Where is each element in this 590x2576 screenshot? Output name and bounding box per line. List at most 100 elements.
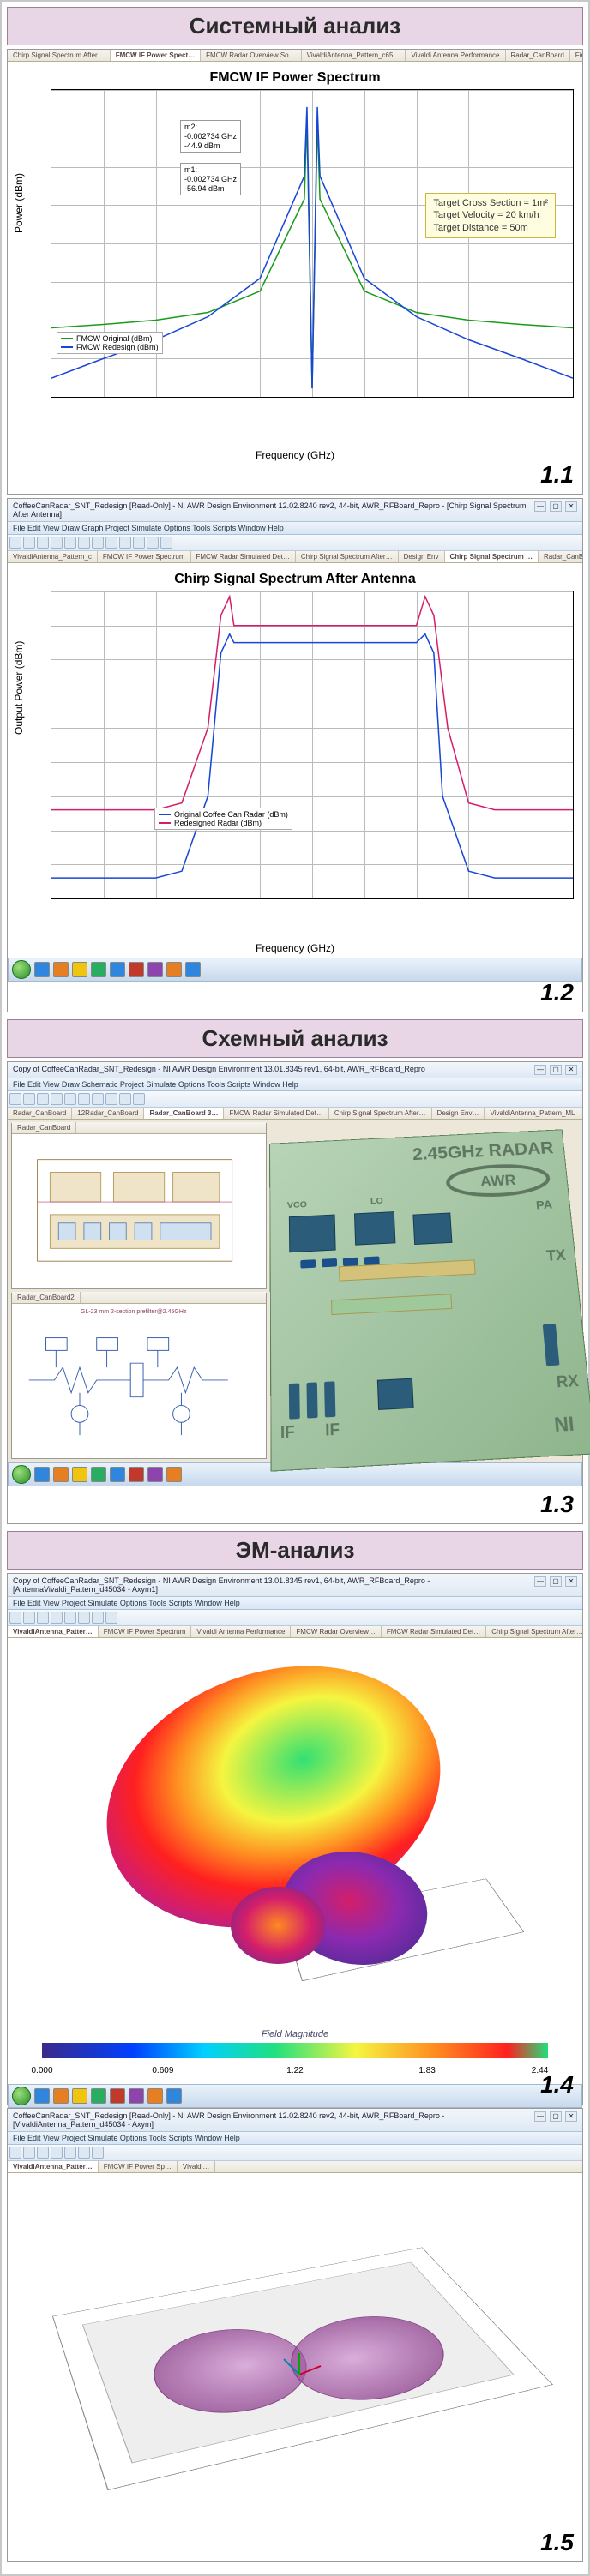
toolbar-icon[interactable] — [51, 537, 63, 549]
toolbar-icon[interactable] — [119, 1093, 131, 1105]
taskbar-icon[interactable] — [110, 1467, 125, 1482]
tab[interactable]: VivaldiAntenna_Pattern_ML — [485, 1108, 581, 1119]
tab[interactable]: 12Radar_CanBoard — [72, 1108, 144, 1119]
tab[interactable]: FMCW Radar Overview So… — [201, 50, 301, 61]
start-button[interactable] — [12, 2087, 31, 2105]
window-titlebar[interactable]: CoffeeCanRadar_SNT_Redesign [Read-Only] … — [8, 2109, 582, 2132]
tab[interactable]: FMCW IF Power Spectrum — [99, 1626, 192, 1637]
tab[interactable]: Vivaldi Antenna Performance — [406, 50, 505, 61]
toolbar-icon[interactable] — [23, 2147, 35, 2159]
minimize-button[interactable]: — — [534, 2111, 546, 2122]
toolbar-icon[interactable] — [105, 1612, 117, 1624]
toolbar-icon[interactable] — [37, 537, 49, 549]
toolbar-icon[interactable] — [78, 2147, 90, 2159]
close-button[interactable]: ✕ — [565, 2111, 577, 2122]
toolbar-icon[interactable] — [51, 2147, 63, 2159]
close-button[interactable]: ✕ — [565, 501, 577, 512]
toolbar-icon[interactable] — [92, 1093, 104, 1105]
tab[interactable]: Chirp Signal Spectrum After… — [296, 551, 399, 562]
minimize-button[interactable]: — — [534, 501, 546, 512]
taskbar-icon[interactable] — [166, 962, 182, 977]
tab[interactable]: FMCW Radar Simulated Det… — [382, 1626, 486, 1637]
toolbar-icon[interactable] — [78, 1093, 90, 1105]
tab[interactable]: VivaldiAntenna_Pattern_c — [8, 551, 98, 562]
taskbar-icon[interactable] — [148, 1467, 163, 1482]
taskbar-icon[interactable] — [53, 2088, 69, 2104]
toolbar-icon[interactable] — [9, 1093, 21, 1105]
taskbar-icon[interactable] — [72, 962, 87, 977]
menubar[interactable]: File Edit View Project Simulate Options … — [8, 1597, 582, 1610]
tab[interactable]: Vivaldi Antenna Performance — [191, 1626, 291, 1637]
taskbar-icon[interactable] — [110, 2088, 125, 2104]
taskbar-icon[interactable] — [34, 2088, 50, 2104]
tab[interactable]: FMCW Radar Overview… — [291, 1626, 381, 1637]
menubar[interactable]: File Edit View Project Simulate Options … — [8, 2132, 582, 2145]
toolbar-icon[interactable] — [133, 1093, 145, 1105]
toolbar-icon[interactable] — [51, 1612, 63, 1624]
tab[interactable]: Chirp Signal Spectrum After… — [329, 1108, 432, 1119]
toolbar-icon[interactable] — [92, 1612, 104, 1624]
maximize-button[interactable]: ▢ — [550, 501, 562, 512]
toolbar-icon[interactable] — [37, 1612, 49, 1624]
tab[interactable]: VivaldiAntenna_Patter… — [8, 1626, 99, 1637]
tab[interactable]: Design Env — [399, 551, 445, 562]
tab[interactable]: Radar_CanBoard… — [539, 551, 582, 562]
schematic-circuit-view[interactable]: Radar_CanBoard2 GL-23 mm 2-section prefi… — [11, 1293, 267, 1459]
tab[interactable]: Field Analysis — [570, 50, 582, 61]
close-button[interactable]: ✕ — [565, 1576, 577, 1587]
taskbar-icon[interactable] — [148, 962, 163, 977]
taskbar-icon[interactable] — [91, 2088, 106, 2104]
taskbar-icon[interactable] — [148, 2088, 163, 2104]
taskbar-icon[interactable] — [129, 2088, 144, 2104]
toolbar-icon[interactable] — [37, 1093, 49, 1105]
maximize-button[interactable]: ▢ — [550, 1065, 562, 1075]
taskbar-icon[interactable] — [110, 962, 125, 977]
toolbar-icon[interactable] — [119, 537, 131, 549]
toolbar-icon[interactable] — [78, 1612, 90, 1624]
tab[interactable]: FMCW IF Power Sp… — [99, 2161, 178, 2172]
taskbar-icon[interactable] — [166, 2088, 182, 2104]
window-titlebar[interactable]: Copy of CoffeeCanRadar_SNT_Redesign - NI… — [8, 1062, 582, 1078]
maximize-button[interactable]: ▢ — [550, 1576, 562, 1587]
toolbar-icon[interactable] — [64, 537, 76, 549]
antenna-3d-view[interactable] — [8, 2173, 582, 2550]
plot-canvas[interactable]: m2: -0.002734 GHz -44.9 dBm m1: -0.00273… — [51, 89, 574, 398]
taskbar-icon[interactable] — [185, 962, 201, 977]
tab[interactable]: Chirp Signal Spectrum After… — [486, 1626, 582, 1637]
tab[interactable]: Vivaldi… — [178, 2161, 215, 2172]
start-button[interactable] — [12, 1465, 31, 1484]
close-button[interactable]: ✕ — [565, 1065, 577, 1075]
menubar[interactable]: File Edit View Draw Schematic Project Si… — [8, 1078, 582, 1091]
toolbar-icon[interactable] — [9, 537, 21, 549]
toolbar-icon[interactable] — [9, 2147, 21, 2159]
toolbar-icon[interactable] — [23, 537, 35, 549]
taskbar-icon[interactable] — [91, 1467, 106, 1482]
toolbar-icon[interactable] — [92, 537, 104, 549]
toolbar-icon[interactable] — [23, 1612, 35, 1624]
taskbar-icon[interactable] — [34, 1467, 50, 1482]
taskbar-icon[interactable] — [53, 1467, 69, 1482]
marker-m1[interactable]: m1: -0.002734 GHz -56.94 dBm — [180, 163, 241, 195]
tab[interactable]: VivaldiAntenna_Pattern_c65… — [302, 50, 406, 61]
taskbar-icon[interactable] — [72, 2088, 87, 2104]
toolbar-icon[interactable] — [78, 537, 90, 549]
pcb-3d-view[interactable]: 2.45GHz RADAR AWR VCO LO PA TX IF IF RX … — [269, 1129, 590, 1471]
em-3d-view[interactable]: Field Magnitude 0.000 0.609 1.22 1.83 2.… — [8, 1638, 582, 2084]
taskbar-icon[interactable] — [34, 962, 50, 977]
taskbar-icon[interactable] — [129, 1467, 144, 1482]
tab[interactable]: Chirp Signal Spectrum … — [445, 551, 539, 562]
menubar[interactable]: File Edit View Draw Graph Project Simula… — [8, 522, 582, 535]
toolbar-icon[interactable] — [160, 537, 172, 549]
toolbar-icon[interactable] — [92, 2147, 104, 2159]
tab[interactable]: Radar_CanBoard 3… — [144, 1108, 224, 1119]
taskbar-icon[interactable] — [91, 962, 106, 977]
maximize-button[interactable]: ▢ — [550, 2111, 562, 2122]
taskbar[interactable] — [8, 2084, 582, 2108]
start-button[interactable] — [12, 960, 31, 979]
tab[interactable]: FMCW Radar Simulated Det… — [191, 551, 296, 562]
toolbar-icon[interactable] — [105, 537, 117, 549]
taskbar-icon[interactable] — [129, 962, 144, 977]
tab[interactable]: VivaldiAntenna_Patter… — [8, 2161, 99, 2172]
toolbar-icon[interactable] — [9, 1612, 21, 1624]
plot-canvas[interactable]: Original Coffee Can Radar (dBm) Redesign… — [51, 591, 574, 899]
